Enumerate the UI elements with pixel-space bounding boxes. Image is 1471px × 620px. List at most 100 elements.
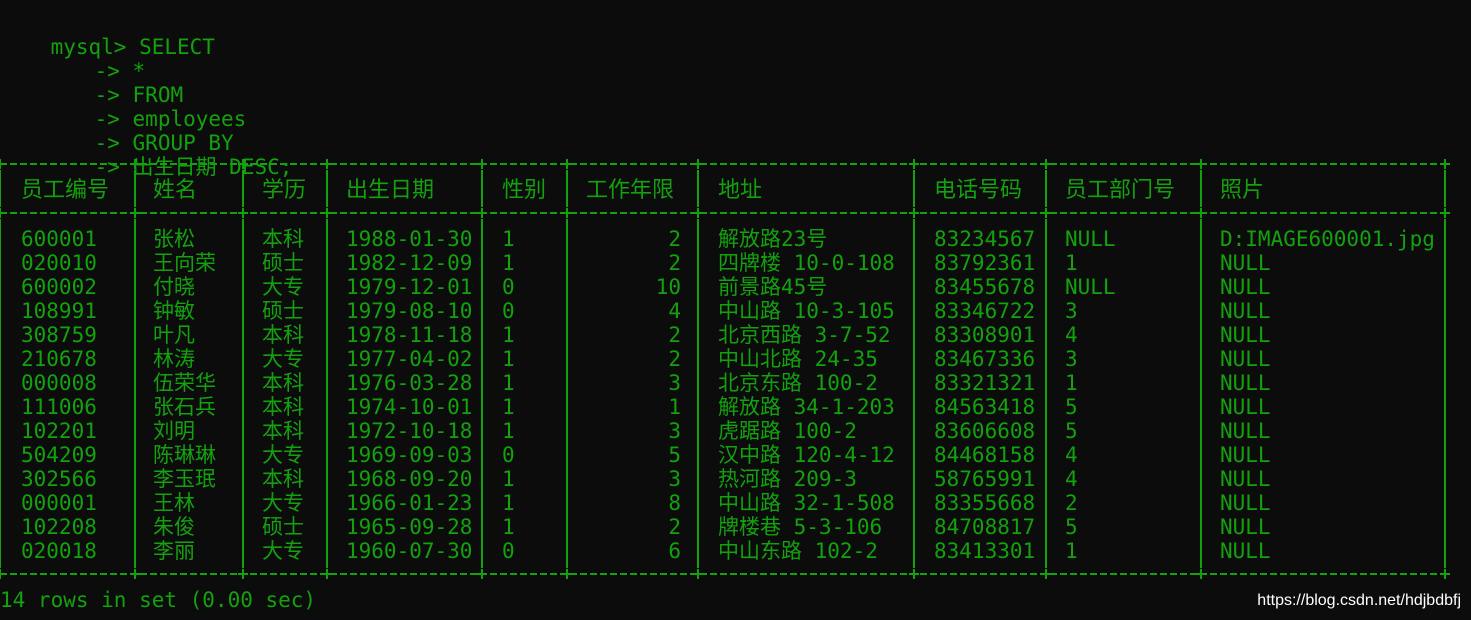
- table-cell: 本科: [262, 467, 304, 491]
- column-separator: [0, 170, 1, 207]
- column-separator: [0, 219, 1, 568]
- query-line-5: -> GROUP BY: [44, 107, 234, 155]
- border-junction: [693, 569, 703, 579]
- table-cell: 4: [1065, 323, 1078, 347]
- border-junction: [238, 569, 248, 579]
- border-junction: [1196, 569, 1206, 579]
- table-cell: 5: [1065, 395, 1078, 419]
- column-header: 性别: [502, 178, 547, 203]
- border-junction: [0, 208, 5, 218]
- border-junction: [693, 159, 703, 169]
- table-cell: 83308901: [934, 323, 1036, 347]
- table-cell: 83455678: [934, 275, 1036, 299]
- column-separator: [134, 170, 136, 207]
- table-cell: 王向荣: [153, 251, 216, 275]
- column-header: 电话号码: [934, 178, 1023, 203]
- table-cell: 2: [668, 227, 681, 251]
- border-junction: [1440, 569, 1450, 579]
- table-cell: 汉中路 120-4-12: [718, 443, 895, 467]
- border-junction: [693, 208, 703, 218]
- table-cell: NULL: [1220, 515, 1271, 539]
- table-top-border: [0, 163, 1448, 165]
- table-cell: 1: [668, 395, 681, 419]
- table-cell: 2: [668, 251, 681, 275]
- table-cell: 大专: [262, 443, 304, 467]
- table-cell: 84468158: [934, 443, 1036, 467]
- table-cell: NULL: [1220, 347, 1271, 371]
- table-cell: 北京东路 100-2: [718, 371, 878, 395]
- table-cell: 张石兵: [153, 395, 216, 419]
- column-separator: [242, 219, 244, 568]
- table-cell: 1988-01-30: [346, 227, 473, 251]
- table-cell: 3: [668, 419, 681, 443]
- table-cell: 中山东路 102-2: [718, 539, 878, 563]
- column-header: 地址: [718, 178, 763, 203]
- table-cell: NULL: [1220, 443, 1271, 467]
- column-separator: [913, 170, 915, 207]
- table-cell: 4: [1065, 443, 1078, 467]
- table-cell: NULL: [1220, 299, 1271, 323]
- column-separator: [326, 170, 328, 207]
- table-cell: 刘明: [153, 419, 195, 443]
- table-cell: 朱俊: [153, 515, 195, 539]
- table-cell: 硕士: [262, 299, 304, 323]
- table-cell: 2: [668, 347, 681, 371]
- table-cell: 1982-12-09: [346, 251, 473, 275]
- query-line-6: -> 出生日期 DESC;: [44, 131, 293, 179]
- border-junction: [238, 159, 248, 169]
- table-cell: 308759: [21, 323, 97, 347]
- table-cell: 3: [1065, 299, 1078, 323]
- table-cell: 解放路23号: [718, 227, 828, 251]
- column-separator: [326, 219, 328, 568]
- column-separator: [566, 219, 568, 568]
- terminal-window[interactable]: mysql> SELECT -> * -> FROM -> employees …: [0, 0, 1471, 620]
- table-cell: 1: [502, 371, 515, 395]
- border-junction: [1440, 159, 1450, 169]
- table-cell: 解放路 34-1-203: [718, 395, 895, 419]
- table-cell: 大专: [262, 491, 304, 515]
- table-cell: 本科: [262, 371, 304, 395]
- table-cell: 大专: [262, 347, 304, 371]
- table-cell: 000001: [21, 491, 97, 515]
- table-cell: 83792361: [934, 251, 1036, 275]
- table-cell: 虎踞路 100-2: [718, 419, 857, 443]
- table-cell: 李玉珉: [153, 467, 216, 491]
- table-cell: 83234567: [934, 227, 1036, 251]
- table-cell: 84563418: [934, 395, 1036, 419]
- table-cell: 热河路 209-3: [718, 467, 857, 491]
- table-cell: 中山北路 24-35: [718, 347, 878, 371]
- border-junction: [322, 159, 332, 169]
- table-cell: 1: [1065, 371, 1078, 395]
- border-junction: [1196, 159, 1206, 169]
- column-separator: [697, 219, 699, 568]
- table-cell: 本科: [262, 323, 304, 347]
- table-cell: 付晓: [153, 275, 195, 299]
- table-cell: 1: [502, 395, 515, 419]
- border-junction: [562, 159, 572, 169]
- column-separator: [481, 170, 483, 207]
- table-cell: 1: [502, 323, 515, 347]
- border-junction: [130, 159, 140, 169]
- column-separator: [1444, 170, 1446, 207]
- query-line-1: mysql> SELECT: [0, 11, 215, 59]
- table-cell: 1960-07-30: [346, 539, 473, 563]
- border-junction: [1041, 569, 1051, 579]
- table-cell: 83467336: [934, 347, 1036, 371]
- table-cell: NULL: [1220, 323, 1271, 347]
- table-cell: NULL: [1220, 251, 1271, 275]
- table-cell: 1966-01-23: [346, 491, 473, 515]
- table-cell: 0: [502, 299, 515, 323]
- table-cell: 北京西路 3-7-52: [718, 323, 891, 347]
- table-cell: 1965-09-28: [346, 515, 473, 539]
- watermark: https://blog.csdn.net/hdjbdbfj: [1257, 592, 1461, 609]
- border-junction: [130, 569, 140, 579]
- table-cell: 111006: [21, 395, 97, 419]
- table-cell: 本科: [262, 227, 304, 251]
- table-cell: 020018: [21, 539, 97, 563]
- table-cell: NULL: [1220, 419, 1271, 443]
- border-junction: [1041, 159, 1051, 169]
- column-separator: [1045, 170, 1047, 207]
- table-cell: 李丽: [153, 539, 195, 563]
- table-cell: 大专: [262, 275, 304, 299]
- query-line-4: -> employees: [44, 83, 247, 131]
